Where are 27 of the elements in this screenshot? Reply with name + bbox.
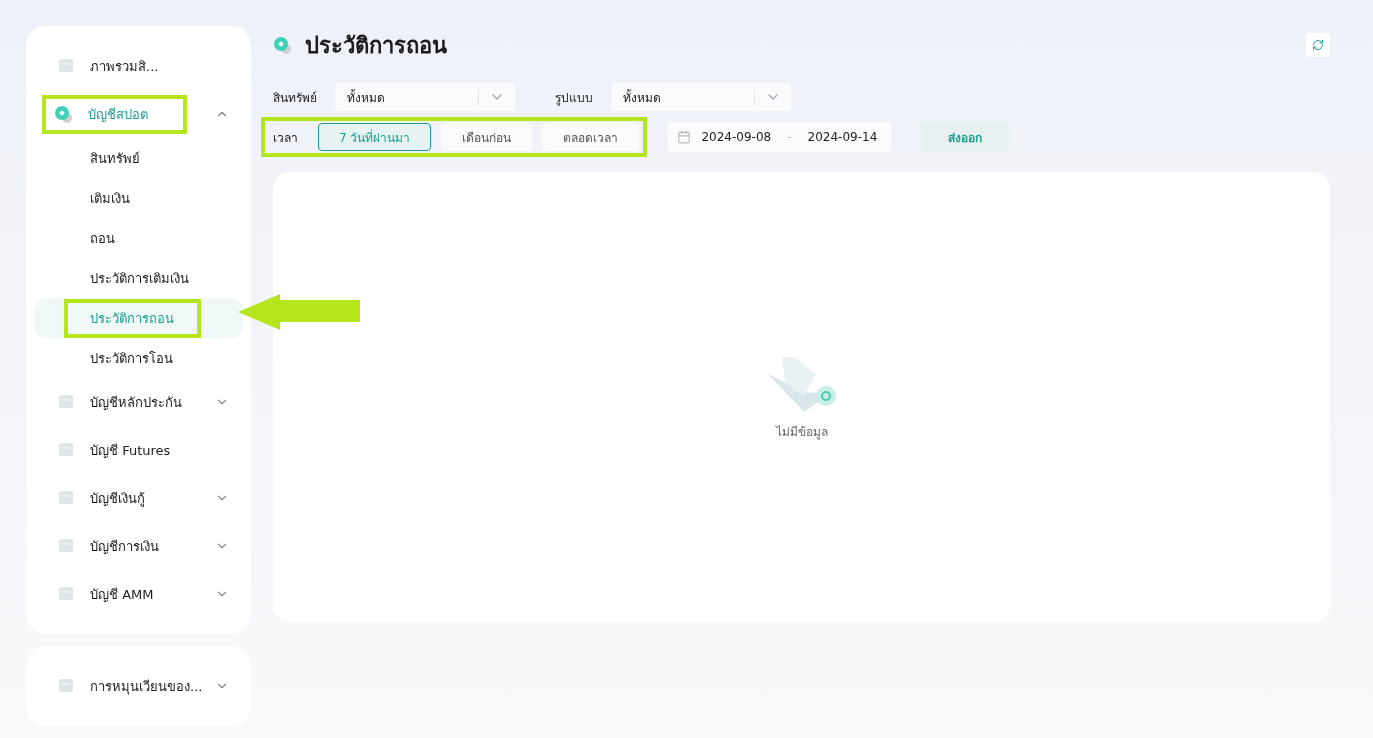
sidebar-item[interactable]: บัญชีเงินกู้ — [90, 487, 207, 509]
calendar-icon — [677, 130, 692, 144]
filter-label: สินทรัพย์ — [273, 89, 317, 107]
filter-label: เวลา — [273, 129, 298, 147]
submenu-item[interactable]: สินทรัพย์ — [34, 138, 243, 178]
sidebar-item[interactable]: การหมุนเวียนของ... — [90, 675, 207, 697]
refresh-icon — [1312, 39, 1324, 51]
sidebar-item[interactable]: บัญชี AMM — [90, 583, 207, 605]
select-field[interactable]: ทั้งหมด — [335, 83, 515, 111]
empty-message: ไม่มีข้อมูล — [775, 423, 828, 441]
submenu-item[interactable]: เติมเงิน — [34, 178, 243, 218]
filter-label: รูปแบบ — [555, 89, 593, 107]
coin-icon — [54, 104, 74, 124]
sidebar-item[interactable]: บัญชี Futures — [90, 439, 229, 461]
coin-icon — [273, 35, 293, 55]
sidebar-item[interactable]: ภาพรวมสิ... — [90, 55, 229, 77]
select-field[interactable]: ทั้งหมด — [611, 83, 791, 111]
submenu-item[interactable]: ประวัติการโอน — [34, 338, 243, 378]
page-title: ประวัติการถอน — [305, 31, 448, 60]
date-range-field[interactable]: 2024-09-08 - 2024-09-14 — [667, 122, 892, 152]
submenu-item[interactable]: ถอน — [34, 218, 243, 258]
sidebar-item[interactable]: บัญชีหลักประกัน — [90, 391, 207, 413]
refresh-button[interactable] — [1306, 33, 1330, 57]
time-range-button[interactable]: ตลอดเวลา — [542, 123, 640, 151]
submenu-item[interactable]: ประวัติการเติมเงิน — [34, 258, 243, 298]
time-range-button[interactable]: เดือนก่อน — [441, 123, 533, 151]
sidebar-item[interactable]: บัญชีการเงิน — [90, 535, 207, 557]
